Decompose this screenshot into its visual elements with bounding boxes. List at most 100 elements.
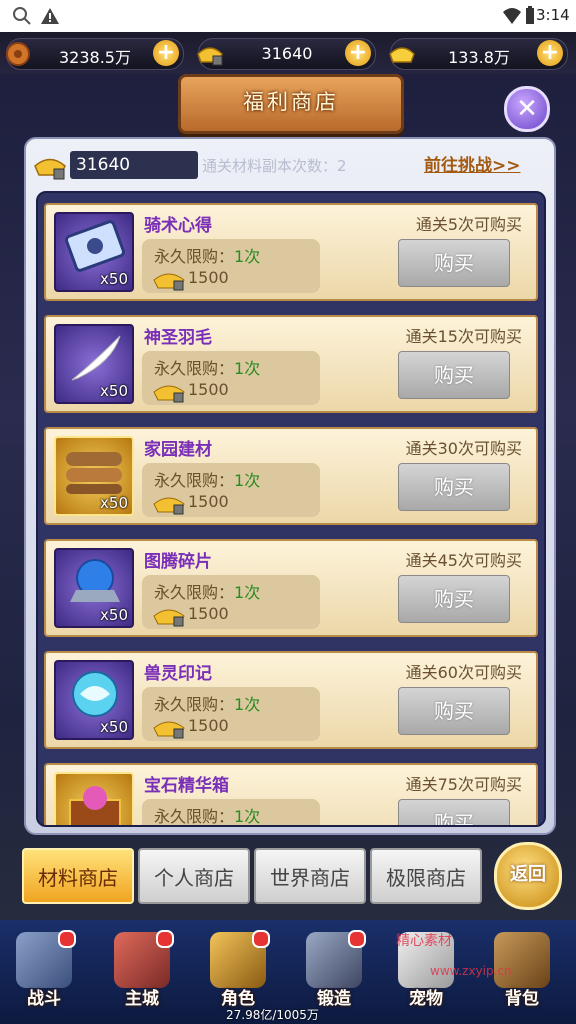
item-thumbnail[interactable]: x50 — [54, 324, 134, 404]
nav-character[interactable]: 角色 — [198, 928, 278, 1018]
currency-value: 133.8万 — [448, 48, 510, 67]
gold-ingot-icon — [389, 47, 415, 63]
locked-gold-ingot-icon — [153, 721, 185, 739]
notification-dot — [348, 930, 366, 948]
bag-icon — [494, 932, 550, 988]
unlock-requirement: 通关45次可购买 — [405, 551, 522, 570]
tab-personal-shop[interactable]: 个人商店 — [138, 848, 250, 904]
purchase-limit-label: 永久限购： — [154, 695, 235, 714]
purchase-limit: 永久限购：1次 — [154, 467, 260, 491]
add-currency-button[interactable]: + — [153, 40, 179, 66]
item-quantity: x50 — [100, 606, 128, 624]
item-price: 1500 — [188, 380, 229, 399]
nav-battle[interactable]: 战斗 — [4, 928, 84, 1018]
list-item: x50 神圣羽毛 永久限购：1次 1500 通关15次可购买 购买 — [44, 315, 538, 413]
nav-label: 宠物 — [409, 989, 443, 1009]
unlock-requirement: 通关15次可购买 — [405, 327, 522, 346]
warning-icon — [40, 6, 60, 30]
item-thumbnail[interactable]: x50 — [54, 436, 134, 516]
tab-world-shop[interactable]: 世界商店 — [254, 848, 366, 904]
watermark-text: 精心素材 — [396, 933, 452, 949]
item-quantity: x50 — [100, 270, 128, 288]
purchase-limit-label: 永久限购： — [154, 583, 235, 602]
currency-copper: 3238.5万 + — [6, 38, 184, 70]
item-name: 家园建材 — [144, 440, 212, 460]
watermark-url: www.zxyip.cn — [430, 964, 512, 978]
purchase-limit-label: 永久限购： — [154, 247, 235, 266]
list-item: x50 骑术心得 永久限购：1次 1500 通关5次可购买 购买 — [44, 203, 538, 301]
nav-forge[interactable]: 锻造 — [294, 928, 374, 1018]
purchase-limit: 永久限购：1次 — [154, 243, 260, 267]
unlock-requirement: 通关75次可购买 — [405, 775, 522, 794]
points-value: 31640 — [70, 151, 198, 179]
nav-label: 战斗 — [27, 989, 61, 1009]
panel-header: 31640 通关材料副本次数：2 前往挑战>> — [26, 139, 554, 189]
status-bar: 3:14 — [0, 0, 576, 32]
currency-bar: 3238.5万 + 31640 + 133.8万 + — [0, 32, 576, 74]
list-item: 宝石精华箱 永久限购：1次 通关75次可购买 购买 — [44, 763, 538, 826]
purchase-limit-value: 1次 — [234, 359, 261, 378]
purchase-limit-value: 1次 — [234, 583, 261, 602]
locked-gold-ingot-icon — [153, 609, 185, 627]
purchase-limit-value: 1次 — [234, 471, 261, 490]
notification-dot — [58, 930, 76, 948]
nav-label: 背包 — [505, 989, 539, 1009]
locked-gold-ingot-icon — [34, 158, 66, 180]
item-price: 1500 — [188, 492, 229, 511]
item-thumbnail[interactable]: x50 — [54, 212, 134, 292]
item-thumbnail[interactable] — [54, 772, 134, 825]
close-button[interactable]: ✕ — [504, 86, 550, 132]
go-challenge-link[interactable]: 前往挑战>> — [424, 151, 521, 176]
item-name: 兽灵印记 — [144, 664, 212, 684]
unlock-requirement: 通关30次可购买 — [405, 439, 522, 458]
currency-value: 3238.5万 — [59, 48, 131, 67]
locked-gold-ingot-icon — [153, 385, 185, 403]
tab-extreme-shop[interactable]: 极限商店 — [370, 848, 482, 904]
unlock-requirement: 通关60次可购买 — [405, 663, 522, 682]
item-name: 骑术心得 — [144, 216, 212, 236]
clock: 3:14 — [536, 6, 570, 24]
search-icon — [12, 6, 32, 30]
locked-gold-ingot-icon — [153, 273, 185, 291]
item-list[interactable]: x50 骑术心得 永久限购：1次 1500 通关5次可购买 购买 x50 神圣羽毛 永久限购：1… — [36, 191, 546, 827]
buy-button[interactable]: 购买 — [398, 239, 510, 287]
dungeon-clear-count: 通关材料副本次数：2 — [202, 157, 347, 175]
list-item: x50 家园建材永久限购：1次 1500 通关30次可购买购买 — [44, 427, 538, 525]
item-name: 神圣羽毛 — [144, 328, 212, 348]
item-quantity: x50 — [100, 718, 128, 736]
purchase-limit: 永久限购：1次 — [154, 579, 260, 603]
locked-gold-ingot-icon — [153, 497, 185, 515]
item-price: 1500 — [188, 604, 229, 623]
power-readout: 27.98亿/1005万 — [226, 1008, 319, 1022]
shop-title-plank: 福利商店 — [178, 74, 404, 134]
currency-gold: 133.8万 + — [389, 38, 568, 70]
notification-dot — [252, 930, 270, 948]
add-currency-button[interactable]: + — [345, 40, 371, 66]
currency-value: 31640 — [261, 44, 313, 63]
purchase-limit-label: 永久限购： — [154, 359, 235, 378]
tab-material-shop[interactable]: 材料商店 — [22, 848, 134, 904]
back-button[interactable]: 返回 — [494, 842, 562, 910]
item-thumbnail[interactable]: x50 — [54, 660, 134, 740]
item-thumbnail[interactable]: x50 — [54, 548, 134, 628]
item-name: 图腾碎片 — [144, 552, 212, 572]
purchase-limit: 永久限购：1次 — [154, 355, 260, 379]
buy-button[interactable]: 购买 — [398, 463, 510, 511]
buy-button[interactable]: 购买 — [398, 799, 510, 825]
buy-button[interactable]: 购买 — [398, 351, 510, 399]
purchase-limit-label: 永久限购： — [154, 807, 235, 826]
nav-main-city[interactable]: 主城 — [102, 928, 182, 1018]
currency-locked-gold: 31640 + — [197, 38, 376, 70]
copper-coin-icon — [6, 42, 30, 66]
purchase-limit-value: 1次 — [234, 247, 261, 266]
shop-panel: 31640 通关材料副本次数：2 前往挑战>> x50 骑术心得 永久限购：1次 15… — [24, 137, 556, 835]
nav-label: 主城 — [125, 989, 159, 1009]
purchase-limit: 永久限购：1次 — [154, 691, 260, 715]
add-currency-button[interactable]: + — [537, 40, 563, 66]
buy-button[interactable]: 购买 — [398, 575, 510, 623]
item-price: 1500 — [188, 268, 229, 287]
list-item: x50 兽灵印记 永久限购：1次 1500 通关60次可购买 购买 — [44, 651, 538, 749]
page-title: 福利商店 — [243, 90, 339, 114]
buy-button[interactable]: 购买 — [398, 687, 510, 735]
notification-dot — [156, 930, 174, 948]
